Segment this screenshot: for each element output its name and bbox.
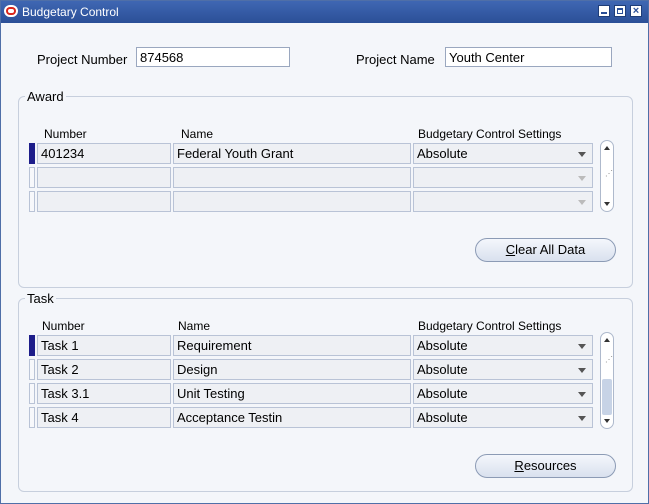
award-group-title: Award [25, 89, 66, 104]
award-scrollbar[interactable]: ⋰ [600, 140, 614, 212]
budgetary-control-window: Budgetary Control × Project Number 87456… [0, 0, 649, 504]
task-number-cell[interactable]: Task 3.1 [37, 383, 171, 404]
task-name-cell[interactable]: Design [173, 359, 411, 380]
minimize-icon[interactable] [598, 5, 610, 17]
task-row-indicator[interactable] [29, 359, 35, 380]
close-icon[interactable]: × [630, 5, 642, 17]
task-name-cell[interactable]: Acceptance Testin [173, 407, 411, 428]
award-col-number: Number [44, 127, 87, 141]
maximize-icon[interactable] [614, 5, 626, 17]
task-row-indicator[interactable] [29, 407, 35, 428]
task-number-cell[interactable]: Task 4 [37, 407, 171, 428]
scroll-thumb[interactable] [602, 379, 612, 415]
task-scrollbar[interactable]: ⋰ [600, 332, 614, 429]
scroll-up-icon[interactable] [604, 146, 610, 150]
award-col-name: Name [181, 127, 214, 141]
award-col-settings: Budgetary Control Settings [418, 127, 562, 141]
resources-button[interactable]: Resources [475, 454, 616, 478]
award-settings-select[interactable]: Absolute [413, 143, 593, 164]
scroll-down-icon[interactable] [604, 419, 610, 423]
task-col-number: Number [42, 319, 85, 333]
award-settings-select[interactable] [413, 167, 593, 188]
scroll-grip-icon: ⋰ [605, 355, 613, 364]
award-name-cell[interactable] [173, 167, 411, 188]
award-settings-select[interactable] [413, 191, 593, 212]
task-settings-select[interactable]: Absolute [413, 335, 593, 356]
project-number-label: Project Number [37, 52, 128, 67]
task-name-cell[interactable]: Requirement [173, 335, 411, 356]
scroll-grip-icon: ⋰ [605, 169, 613, 178]
oracle-logo-icon [4, 5, 18, 17]
award-number-cell[interactable] [37, 191, 171, 212]
scroll-up-icon[interactable] [604, 338, 610, 342]
award-name-cell[interactable]: Federal Youth Grant [173, 143, 411, 164]
task-number-cell[interactable]: Task 1 [37, 335, 171, 356]
project-name-label: Project Name [356, 52, 435, 67]
award-row-indicator[interactable] [29, 191, 35, 212]
task-settings-select[interactable]: Absolute [413, 407, 593, 428]
award-row-indicator[interactable] [29, 167, 35, 188]
award-row-indicator[interactable] [29, 143, 35, 164]
window-title: Budgetary Control [22, 5, 119, 19]
title-bar[interactable]: Budgetary Control × [1, 1, 648, 23]
award-name-cell[interactable] [173, 191, 411, 212]
clear-all-data-button[interactable]: Clear All Data [475, 238, 616, 262]
award-number-cell[interactable]: 401234 [37, 143, 171, 164]
scroll-down-icon[interactable] [604, 202, 610, 206]
task-number-cell[interactable]: Task 2 [37, 359, 171, 380]
award-number-cell[interactable] [37, 167, 171, 188]
task-settings-select[interactable]: Absolute [413, 359, 593, 380]
project-name-field[interactable]: Youth Center [445, 47, 612, 67]
task-settings-select[interactable]: Absolute [413, 383, 593, 404]
task-col-settings: Budgetary Control Settings [418, 319, 562, 333]
task-group-title: Task [25, 291, 56, 306]
project-number-field[interactable]: 874568 [136, 47, 290, 67]
task-row-indicator[interactable] [29, 335, 35, 356]
task-col-name: Name [178, 319, 211, 333]
task-name-cell[interactable]: Unit Testing [173, 383, 411, 404]
task-row-indicator[interactable] [29, 383, 35, 404]
